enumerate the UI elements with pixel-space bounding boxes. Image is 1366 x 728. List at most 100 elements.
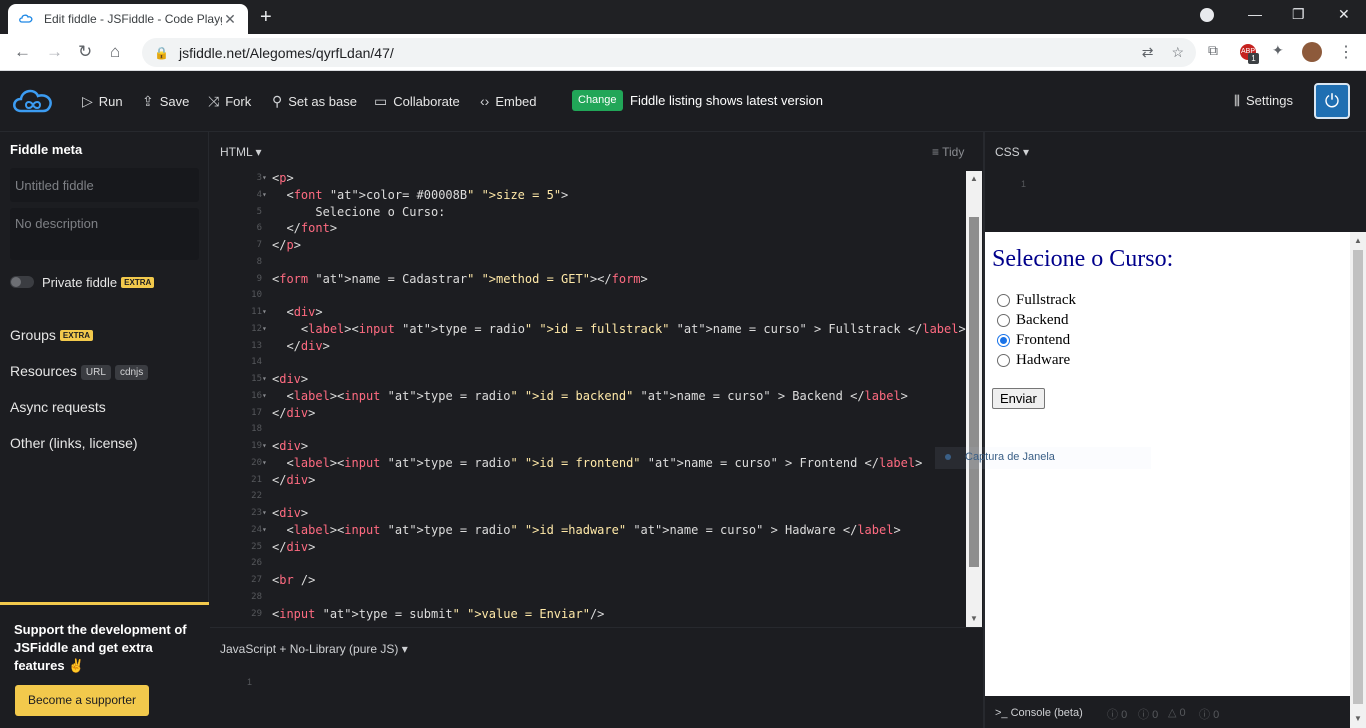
sidebar-item-groups[interactable]: Groups EXTRA bbox=[10, 327, 94, 343]
js-panel-label[interactable]: JavaScript + No-Library (pure JS) ▾ bbox=[220, 642, 408, 656]
reload-icon[interactable]: ↻ bbox=[78, 42, 92, 62]
fold-arrow-icon[interactable]: ▾ bbox=[262, 388, 267, 404]
radio-backend[interactable]: Backend bbox=[997, 312, 1068, 329]
code-line[interactable]: 22 bbox=[210, 488, 966, 504]
fold-arrow-icon[interactable]: ▾ bbox=[262, 455, 267, 471]
code-line[interactable]: 10 bbox=[210, 287, 966, 303]
code-line[interactable]: 12 ▾ <label><input "at">type = radio" ">i… bbox=[210, 321, 966, 337]
fiddle-description-input[interactable]: No description bbox=[10, 208, 199, 260]
code-line[interactable]: 15 ▾ <div> bbox=[210, 371, 966, 387]
power-login-icon[interactable]: ⏻ bbox=[1314, 83, 1350, 119]
code-line[interactable]: 4 ▾ <font "at">color= #00008B" ">size = 5… bbox=[210, 187, 966, 203]
minimize-icon[interactable]: — bbox=[1248, 6, 1262, 22]
forward-icon[interactable]: → bbox=[46, 42, 63, 62]
radio-hadware[interactable]: Hadware bbox=[997, 352, 1070, 369]
css-panel-label[interactable]: CSS ▾ bbox=[995, 145, 1029, 159]
adblock-extension-icon[interactable]: ABP 1 bbox=[1240, 44, 1259, 64]
collaborate-button[interactable]: ▭ Collaborate bbox=[374, 93, 460, 110]
scrollbar-thumb[interactable] bbox=[969, 217, 979, 567]
cdnjs-chip[interactable]: cdnjs bbox=[114, 365, 149, 380]
scroll-up-icon[interactable]: ▲ bbox=[1354, 236, 1362, 245]
code-line[interactable]: 14 bbox=[210, 354, 966, 370]
code-line[interactable]: 24 ▾ <label><input "at">type = radio" ">i… bbox=[210, 522, 966, 538]
html-panel-label[interactable]: HTML ▾ bbox=[220, 145, 262, 159]
url-chip[interactable]: URL bbox=[80, 365, 111, 380]
private-fiddle-toggle[interactable] bbox=[10, 276, 34, 288]
result-scrollbar[interactable]: ▲ ▼ bbox=[1350, 232, 1366, 728]
close-window-icon[interactable]: ✕ bbox=[1338, 6, 1350, 23]
radio-circle[interactable] bbox=[997, 354, 1010, 367]
fold-arrow-icon[interactable]: ▾ bbox=[262, 522, 267, 538]
extension-link-icon[interactable]: ⧉ bbox=[1208, 42, 1218, 59]
html-editor-scrollbar[interactable]: ▲ ▼ bbox=[966, 171, 982, 627]
code-line[interactable]: 18 bbox=[210, 421, 966, 437]
browser-tab[interactable]: Edit fiddle - JSFiddle - Code Playg ✕ bbox=[8, 4, 248, 34]
profile-avatar[interactable] bbox=[1302, 42, 1322, 62]
home-icon[interactable]: ⌂ bbox=[110, 42, 120, 62]
code-line[interactable]: 9 <form "at">name = Cadastrar" ">method =… bbox=[210, 271, 966, 287]
code-line[interactable]: 11 ▾ <div> bbox=[210, 304, 966, 320]
html-code-editor[interactable]: 3 ▾ <p> 4 ▾ <font "at">color= #00008B" ">siz… bbox=[210, 168, 966, 626]
radio-fullstrack[interactable]: Fullstrack bbox=[997, 292, 1076, 309]
code-line[interactable]: 19 ▾ <div> bbox=[210, 438, 966, 454]
run-button[interactable]: ▷ Run bbox=[82, 93, 123, 110]
code-line[interactable]: 25 </div> bbox=[210, 539, 966, 555]
change-button[interactable]: Change bbox=[572, 90, 623, 111]
jsfiddle-logo-icon[interactable] bbox=[10, 85, 56, 117]
code-line[interactable]: 13 </div> bbox=[210, 338, 966, 354]
code-line[interactable]: 17 </div> bbox=[210, 405, 966, 421]
maximize-icon[interactable]: ❐ bbox=[1292, 6, 1305, 23]
scrollbar-thumb[interactable] bbox=[1353, 250, 1363, 704]
fold-arrow-icon[interactable]: ▾ bbox=[262, 321, 267, 337]
fold-arrow-icon[interactable]: ▾ bbox=[262, 438, 267, 454]
code-line[interactable]: 16 ▾ <label><input "at">type = radio" ">i… bbox=[210, 388, 966, 404]
code-line[interactable]: 21 </div> bbox=[210, 472, 966, 488]
save-button[interactable]: ⇪ Save bbox=[142, 93, 189, 110]
code-line[interactable]: 8 bbox=[210, 254, 966, 270]
scroll-up-icon[interactable]: ▲ bbox=[970, 174, 978, 183]
extensions-puzzle-icon[interactable]: ✦ bbox=[1272, 42, 1284, 59]
scroll-down-icon[interactable]: ▼ bbox=[970, 614, 978, 623]
code-line[interactable]: 26 bbox=[210, 555, 966, 571]
omnibox[interactable]: 🔒 jsfiddle.net/Alegomes/qyrfLdan/47/ ⇄ ☆ bbox=[142, 38, 1196, 67]
code-line[interactable]: 27 <br /> bbox=[210, 572, 966, 588]
sidebar-item-async[interactable]: Async requests bbox=[10, 399, 106, 415]
radio-circle[interactable] bbox=[997, 314, 1010, 327]
browser-menu-icon[interactable]: ⋮ bbox=[1338, 42, 1354, 62]
scroll-down-icon[interactable]: ▼ bbox=[1354, 714, 1362, 723]
new-tab-icon[interactable]: + bbox=[260, 6, 272, 29]
sidebar-item-resources[interactable]: Resources URL cdnjs bbox=[10, 363, 149, 380]
code-line[interactable]: 7 </p> bbox=[210, 237, 966, 253]
fiddle-name-input[interactable]: Untitled fiddle bbox=[10, 168, 199, 202]
fork-button[interactable]: ⤨ Fork bbox=[208, 93, 251, 110]
enviar-submit-button[interactable]: Enviar bbox=[992, 388, 1045, 409]
code-line[interactable]: 29 <input "at">type = submit" ">value = E… bbox=[210, 606, 966, 622]
code-line[interactable]: 23 ▾ <div> bbox=[210, 505, 966, 521]
close-tab-icon[interactable]: ✕ bbox=[222, 11, 238, 28]
radio-frontend[interactable]: Frontend bbox=[997, 332, 1070, 349]
embed-button[interactable]: ‹› Embed bbox=[480, 93, 537, 109]
tab-search-icon[interactable] bbox=[1200, 8, 1214, 22]
set-as-base-button[interactable]: ⚲ Set as base bbox=[272, 93, 357, 110]
settings-button[interactable]: ⫼ Settings bbox=[1234, 93, 1293, 109]
code-line[interactable]: 20 ▾ <label><input "at">type = radio" ">i… bbox=[210, 455, 966, 471]
radio-circle-checked[interactable] bbox=[997, 334, 1010, 347]
back-icon[interactable]: ← bbox=[14, 42, 31, 62]
lock-icon[interactable]: 🔒 bbox=[154, 46, 169, 60]
fold-arrow-icon[interactable]: ▾ bbox=[262, 187, 267, 203]
code-line[interactable]: 6 </font> bbox=[210, 220, 966, 236]
fold-arrow-icon[interactable]: ▾ bbox=[262, 170, 267, 186]
sidebar-item-other[interactable]: Other (links, license) bbox=[10, 435, 138, 451]
translate-icon[interactable]: ⇄ bbox=[1142, 44, 1154, 61]
become-supporter-button[interactable]: Become a supporter bbox=[15, 685, 149, 716]
code-line[interactable]: 28 bbox=[210, 589, 966, 605]
bookmark-star-icon[interactable]: ☆ bbox=[1171, 44, 1184, 61]
radio-circle[interactable] bbox=[997, 294, 1010, 307]
fold-arrow-icon[interactable]: ▾ bbox=[262, 505, 267, 521]
code-line[interactable]: 3 ▾ <p> bbox=[210, 170, 966, 186]
fold-arrow-icon[interactable]: ▾ bbox=[262, 304, 267, 320]
code-line[interactable]: 5 Selecione o Curso: bbox=[210, 204, 966, 220]
tidy-button[interactable]: ≡ Tidy bbox=[932, 145, 964, 159]
console-bar[interactable]: >_ Console (beta) ⓘ 0 ⓘ 0 △ 0 ⓘ 0 bbox=[985, 696, 1350, 728]
fold-arrow-icon[interactable]: ▾ bbox=[262, 371, 267, 387]
